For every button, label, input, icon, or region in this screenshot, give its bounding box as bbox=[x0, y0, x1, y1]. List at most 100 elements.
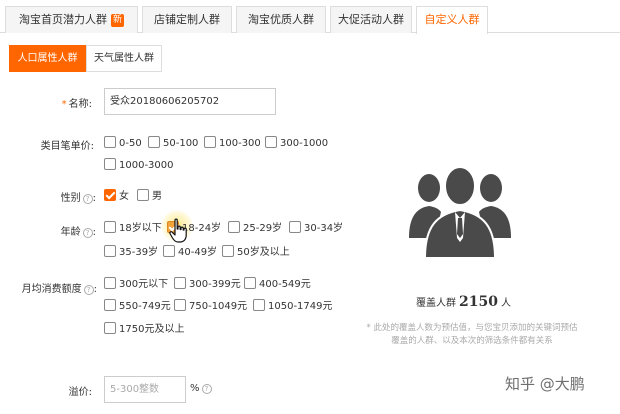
tab-custom[interactable]: 自定义人群 bbox=[416, 6, 488, 34]
option-label: 1000-3000 bbox=[119, 160, 174, 171]
help-icon[interactable]: ? bbox=[82, 194, 93, 204]
option-label: 25-29岁 bbox=[243, 223, 283, 234]
gender-label-text: 性别 bbox=[60, 193, 81, 204]
option-label: 0-50 bbox=[119, 138, 142, 149]
coverage-summary: 覆盖人群 2150 人 bbox=[416, 294, 511, 310]
option-label: 100-300 bbox=[219, 138, 261, 149]
spend-option[interactable]: 550-749元 bbox=[104, 299, 171, 313]
option-label: 50-100 bbox=[163, 138, 199, 149]
price-option[interactable]: 100-300 bbox=[204, 136, 261, 150]
checkbox[interactable] bbox=[104, 322, 116, 334]
age-option[interactable]: 30-34岁 bbox=[289, 221, 343, 235]
coverage-unit: 人 bbox=[500, 298, 511, 309]
price-option[interactable]: 300-1000 bbox=[265, 136, 328, 150]
help-icon[interactable]: ? bbox=[82, 228, 93, 238]
price-label: 类目笔单价: bbox=[40, 141, 94, 152]
tab-quality[interactable]: 淘宝优质人群 bbox=[236, 6, 326, 33]
price-option[interactable]: 1000-3000 bbox=[104, 158, 174, 172]
checkbox[interactable] bbox=[104, 299, 116, 311]
spend-option[interactable]: 750-1049元 bbox=[174, 299, 247, 313]
name-input[interactable]: 受众20180606205702 bbox=[104, 88, 276, 115]
checkbox[interactable] bbox=[244, 277, 256, 289]
spend-option[interactable]: 400-549元 bbox=[244, 277, 311, 291]
help-icon[interactable]: ? bbox=[201, 384, 212, 394]
age-option[interactable]: 40-49岁 bbox=[163, 245, 217, 259]
premium-placeholder: 5-300整数 bbox=[110, 384, 160, 395]
name-label-text: 名称: bbox=[68, 99, 92, 110]
checkbox[interactable] bbox=[174, 277, 186, 289]
subtab-weather[interactable]: 天气属性人群 bbox=[86, 45, 162, 72]
tab-homepage-potential[interactable]: 淘宝首页潜力人群新 bbox=[5, 6, 138, 33]
option-label: 1050-1749元 bbox=[268, 301, 333, 312]
checkbox[interactable] bbox=[163, 245, 175, 257]
checkbox[interactable] bbox=[104, 221, 116, 233]
tab-label: 店铺定制人群 bbox=[154, 13, 220, 26]
premium-unit: %? bbox=[190, 382, 212, 396]
price-option[interactable]: 50-100 bbox=[148, 136, 198, 150]
checkbox[interactable] bbox=[253, 299, 265, 311]
name-label: * 名称: bbox=[40, 95, 92, 110]
option-label: 550-749元 bbox=[119, 301, 171, 312]
option-label: 400-549元 bbox=[259, 279, 311, 290]
spend-option[interactable]: 1750元及以上 bbox=[104, 322, 184, 336]
name-value: 受众20180606205702 bbox=[110, 96, 220, 107]
option-label: 40-49岁 bbox=[178, 247, 218, 258]
checkbox[interactable] bbox=[104, 277, 116, 289]
checkbox[interactable] bbox=[104, 158, 116, 170]
checkbox[interactable] bbox=[228, 221, 240, 233]
option-label: 1750元及以上 bbox=[119, 324, 185, 335]
age-option[interactable]: 50岁及以上 bbox=[222, 245, 290, 259]
option-label: 750-1049元 bbox=[189, 301, 248, 312]
checkbox[interactable] bbox=[174, 299, 186, 311]
tab-label: 淘宝优质人群 bbox=[248, 13, 314, 26]
price-option[interactable]: 0-50 bbox=[104, 136, 142, 150]
coverage-count: 2150 bbox=[459, 294, 498, 310]
spend-label-text: 月均消费额度 bbox=[21, 284, 82, 295]
option-label: 300-399元 bbox=[189, 279, 241, 290]
age-label: 年龄?: bbox=[60, 227, 96, 238]
option-label: 女 bbox=[119, 191, 129, 202]
age-option[interactable]: 18岁以下 bbox=[104, 221, 162, 235]
checkbox[interactable] bbox=[204, 136, 216, 148]
checkbox[interactable] bbox=[104, 245, 116, 257]
option-label: 18岁以下 bbox=[119, 223, 162, 234]
gender-option-female[interactable]: 女 bbox=[104, 189, 129, 203]
subtab-demographic[interactable]: 人口属性人群 bbox=[9, 45, 86, 72]
spend-label: 月均消费额度?: bbox=[21, 284, 97, 295]
unit-text: % bbox=[190, 383, 200, 394]
subtab-label: 人口属性人群 bbox=[17, 53, 78, 64]
tab-promotion[interactable]: 大促活动人群 bbox=[330, 6, 412, 33]
tab-label: 淘宝首页潜力人群 bbox=[18, 13, 107, 26]
age-label-text: 年龄 bbox=[60, 227, 81, 238]
checkbox[interactable] bbox=[265, 136, 277, 148]
premium-input[interactable]: 5-300整数 bbox=[104, 376, 186, 403]
option-label: 300元以下 bbox=[119, 279, 169, 290]
spend-option[interactable]: 300元以下 bbox=[104, 277, 168, 291]
spend-option[interactable]: 300-399元 bbox=[174, 277, 241, 291]
checkbox[interactable] bbox=[104, 136, 116, 148]
tab-label: 大促活动人群 bbox=[338, 13, 404, 26]
checkbox[interactable] bbox=[137, 189, 149, 201]
checkbox-checked[interactable] bbox=[104, 189, 116, 201]
subtab-label: 天气属性人群 bbox=[94, 53, 154, 64]
option-label: 300-1000 bbox=[280, 138, 329, 149]
premium-label: 溢价: bbox=[68, 387, 92, 398]
watermark: 知乎 @大鹏 bbox=[505, 375, 585, 393]
checkbox[interactable] bbox=[148, 136, 160, 148]
coverage-notice: * 此处的覆盖人数为预估值，与您宝贝添加的关键词预估覆盖的人群、以及本次的筛选条… bbox=[366, 323, 578, 346]
help-icon[interactable]: ? bbox=[83, 285, 94, 295]
age-option[interactable]: 25-29岁 bbox=[228, 221, 282, 235]
custom-audience-page: 淘宝首页潜力人群新 店铺定制人群 淘宝优质人群 大促活动人群 自定义人群 人口属… bbox=[0, 0, 620, 414]
tab-store-custom[interactable]: 店铺定制人群 bbox=[142, 6, 232, 33]
option-label: 30-34岁 bbox=[304, 223, 344, 234]
crowd-people-icon bbox=[409, 166, 511, 259]
audience-tabs: 淘宝首页潜力人群新 店铺定制人群 淘宝优质人群 大促活动人群 自定义人群 bbox=[0, 6, 620, 34]
hand-cursor-icon bbox=[169, 218, 187, 243]
checkbox[interactable] bbox=[222, 245, 234, 257]
gender-option-male[interactable]: 男 bbox=[137, 189, 162, 203]
new-badge: 新 bbox=[110, 14, 124, 27]
tab-label: 自定义人群 bbox=[424, 13, 480, 26]
checkbox[interactable] bbox=[289, 221, 301, 233]
age-option[interactable]: 35-39岁 bbox=[104, 245, 158, 259]
spend-option[interactable]: 1050-1749元 bbox=[253, 299, 333, 313]
